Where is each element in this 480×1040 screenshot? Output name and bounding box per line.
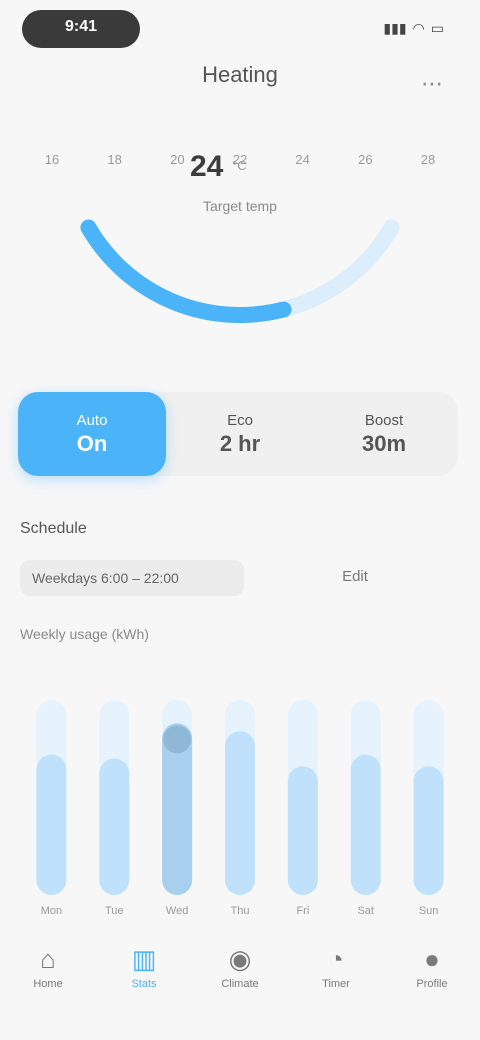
mode-auto[interactable]: Auto On [18, 392, 166, 476]
gauge-tick-label: 16 [45, 152, 59, 167]
chart-icon: ▥ [131, 944, 157, 974]
nav-label: Home [33, 978, 63, 990]
usage-bar-chart: Mon Tue Wed Thu Fri Sat Sun [36, 700, 444, 917]
schedule-icon: ◔ [328, 944, 344, 974]
nav-item-home[interactable]: ⌂ Home [8, 930, 88, 990]
signal-icon: ▮▮▮ [383, 20, 407, 36]
bar-sat[interactable] [350, 754, 381, 895]
bar-sun[interactable] [413, 766, 444, 895]
gauge-tick-label: 20 [170, 152, 184, 167]
home-icon: ⌂ [40, 944, 56, 974]
mode-sub: 30m [361, 430, 407, 456]
nav-item-timer[interactable]: ◔ Timer [296, 930, 376, 990]
gauge-tick-label: 28 [421, 152, 435, 167]
status-time: 9:41 [64, 18, 98, 35]
gauge-label: Target temp [203, 198, 277, 214]
nav-label: Timer [322, 978, 350, 990]
bar-mon[interactable] [36, 754, 67, 895]
bar-category-label: Sat [357, 905, 374, 917]
gauge-tick-label: 26 [358, 152, 372, 167]
mode-boost[interactable]: Boost 30m [314, 392, 454, 476]
mode-selector: Auto On Eco 2 hr Boost 30m [18, 392, 458, 476]
bar-category-label: Thu [231, 905, 250, 917]
mode-sub: On [76, 430, 108, 456]
bar-category-label: Tue [105, 905, 124, 917]
mode-sub: 2 hr [219, 430, 261, 456]
page-title: Heating [202, 62, 278, 87]
nav-item-profile[interactable]: ● Profile [392, 930, 472, 990]
bottom-nav: ⌂ Home ▥ Stats ◉ Climate ◔ Timer ● Profi… [0, 930, 480, 1040]
profile-icon: ● [424, 944, 440, 974]
usage-chart-label: Weekly usage (kWh) [20, 626, 149, 642]
bar-tue[interactable] [99, 758, 130, 896]
nav-item-climate[interactable]: ◉ Climate [200, 930, 280, 990]
battery-icon: ▭ [430, 20, 444, 36]
bar-category-label: Wed [166, 905, 188, 917]
bar-thu[interactable] [225, 731, 255, 895]
gauge-tick-label: 18 [107, 152, 121, 167]
bar-fri[interactable] [287, 766, 318, 895]
bar-selected-knob[interactable] [163, 725, 192, 754]
mode-eco[interactable]: Eco 2 hr [170, 392, 310, 476]
mode-label: Eco [227, 411, 253, 429]
gauge-unit: °C [232, 158, 247, 173]
nav-item-stats[interactable]: ▥ Stats [104, 930, 184, 990]
schedule-input[interactable] [20, 560, 244, 596]
schedule-section-label: Schedule [20, 520, 87, 537]
bar-category-label: Mon [41, 905, 62, 917]
nav-label: Climate [221, 978, 259, 990]
mode-label: Auto [76, 411, 108, 429]
nav-label: Stats [131, 978, 157, 990]
bar-category-label: Fri [296, 905, 309, 917]
bar-category-label: Sun [419, 905, 439, 917]
wifi-icon: ◠ [412, 20, 425, 36]
thermostat-icon: ◉ [228, 944, 252, 974]
status-icons: ▮▮▮ ◠ ▭ [383, 20, 444, 37]
nav-label: Profile [416, 978, 448, 990]
schedule-edit-link[interactable]: Edit [320, 568, 390, 585]
settings-icon[interactable]: ⋯ [418, 70, 446, 98]
mode-label: Boost [364, 411, 404, 429]
